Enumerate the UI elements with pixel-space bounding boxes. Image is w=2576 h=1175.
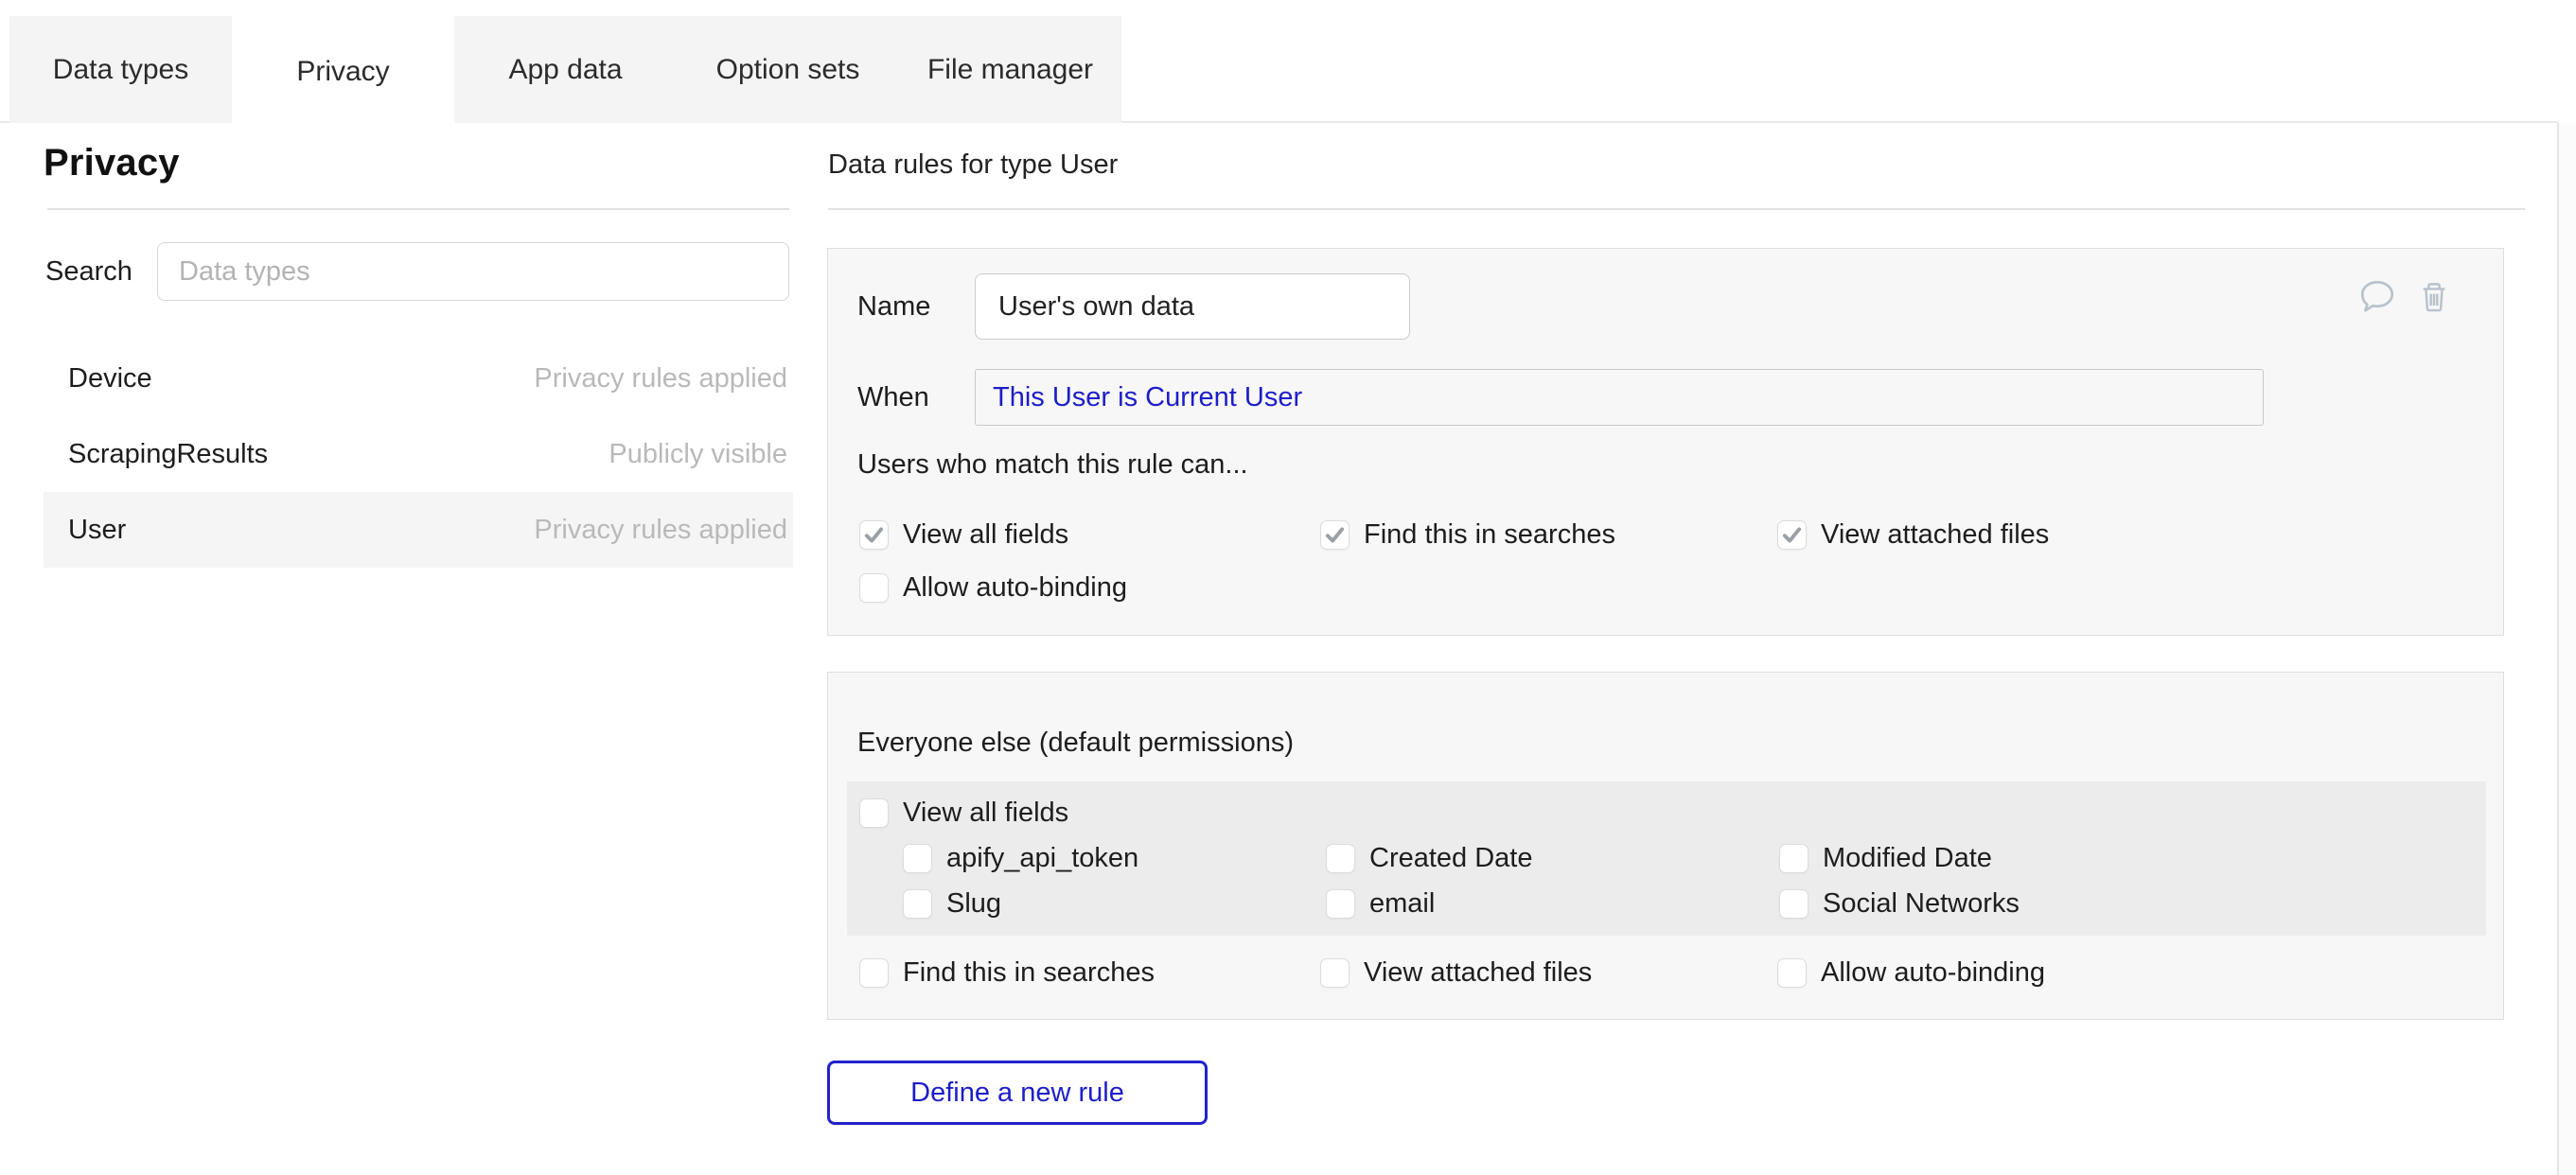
permission-find-in-searches[interactable]: Find this in searches bbox=[1320, 518, 1615, 551]
checkbox[interactable] bbox=[1326, 889, 1355, 919]
checkbox[interactable] bbox=[1777, 958, 1807, 988]
checkbox[interactable] bbox=[1326, 844, 1355, 873]
checkbox[interactable] bbox=[1779, 889, 1808, 919]
when-label: When bbox=[857, 369, 929, 426]
default-find-in-searches[interactable]: Find this in searches bbox=[859, 956, 1155, 989]
name-label: Name bbox=[857, 273, 930, 340]
match-rule-text: Users who match this rule can... bbox=[857, 449, 1248, 481]
permission-view-all-fields[interactable]: View all fields bbox=[859, 518, 1068, 551]
page-title: Privacy bbox=[44, 142, 793, 184]
checkbox-label: Allow auto-binding bbox=[903, 572, 1127, 604]
sidebar: Privacy Search Device Privacy rules appl… bbox=[44, 142, 793, 184]
everyone-else-card: Everyone else (default permissions) View… bbox=[827, 672, 2504, 1020]
default-view-all-fields[interactable]: View all fields bbox=[859, 797, 1068, 829]
tab-label: Privacy bbox=[296, 56, 389, 88]
permission-view-attached-files[interactable]: View attached files bbox=[1777, 518, 2049, 551]
default-allow-auto-binding[interactable]: Allow auto-binding bbox=[1777, 956, 2045, 989]
main-divider bbox=[828, 208, 2525, 210]
checkbox-label: Social Networks bbox=[1823, 888, 2020, 920]
checkbox[interactable] bbox=[1777, 520, 1807, 550]
fields-inset-panel: View all fields apify_api_token Created … bbox=[847, 781, 2486, 936]
data-type-name: User bbox=[68, 515, 126, 546]
define-new-rule-button[interactable]: Define a new rule bbox=[827, 1061, 1208, 1125]
rule-card-actions bbox=[2357, 277, 2454, 317]
checkbox[interactable] bbox=[859, 573, 889, 603]
checkbox[interactable] bbox=[903, 844, 932, 873]
tabbar: Data types Privacy App data Option sets … bbox=[9, 16, 1121, 123]
checkbox-label: View all fields bbox=[903, 519, 1068, 551]
checkbox-label: Find this in searches bbox=[903, 957, 1155, 989]
field-slug[interactable]: Slug bbox=[903, 887, 1001, 920]
tab-label: Option sets bbox=[716, 54, 860, 86]
data-type-list: Device Privacy rules applied ScrapingRes… bbox=[44, 341, 793, 568]
rule-name-input[interactable] bbox=[975, 273, 1410, 340]
define-new-rule-label: Define a new rule bbox=[910, 1078, 1124, 1109]
scrollbar-gutter[interactable] bbox=[2559, 123, 2576, 1175]
checkbox-label: apify_api_token bbox=[946, 843, 1138, 874]
checkbox[interactable] bbox=[903, 889, 932, 919]
field-email[interactable]: email bbox=[1326, 887, 1435, 920]
tab-option-sets[interactable]: Option sets bbox=[677, 16, 899, 123]
checkbox[interactable] bbox=[859, 958, 889, 988]
when-condition-value: This User is Current User bbox=[993, 382, 1302, 413]
checkbox-label: Allow auto-binding bbox=[1821, 957, 2045, 989]
checkbox-label: View attached files bbox=[1821, 519, 2049, 551]
tab-file-manager[interactable]: File manager bbox=[899, 16, 1121, 123]
sidebar-divider bbox=[47, 208, 789, 210]
checkbox-label: Find this in searches bbox=[1364, 519, 1615, 551]
search-row: Search bbox=[44, 242, 793, 301]
tab-label: Data types bbox=[53, 54, 188, 86]
checkbox[interactable] bbox=[1779, 844, 1808, 873]
data-type-name: ScrapingResults bbox=[68, 439, 268, 470]
tab-label: File manager bbox=[927, 54, 1093, 86]
checkbox-label: View all fields bbox=[903, 798, 1068, 829]
when-condition-box[interactable]: This User is Current User bbox=[975, 369, 2264, 426]
data-type-row-device[interactable]: Device Privacy rules applied bbox=[44, 341, 793, 416]
field-social-networks[interactable]: Social Networks bbox=[1779, 887, 2020, 920]
field-apify-api-token[interactable]: apify_api_token bbox=[903, 842, 1138, 874]
permission-allow-auto-binding[interactable]: Allow auto-binding bbox=[859, 571, 1127, 604]
tab-privacy[interactable]: Privacy bbox=[232, 16, 454, 127]
comment-icon[interactable] bbox=[2357, 277, 2397, 317]
checkbox-label: Modified Date bbox=[1823, 843, 1992, 874]
data-type-name: Device bbox=[68, 363, 152, 395]
checkbox[interactable] bbox=[859, 520, 889, 550]
checkbox-label: Created Date bbox=[1369, 843, 1533, 874]
privacy-settings-screen: Data types Privacy App data Option sets … bbox=[0, 0, 2576, 1175]
trash-icon[interactable] bbox=[2414, 277, 2454, 317]
checkbox[interactable] bbox=[859, 798, 889, 828]
tab-data-types[interactable]: Data types bbox=[9, 16, 232, 123]
data-type-status: Publicly visible bbox=[609, 439, 787, 470]
search-input[interactable] bbox=[157, 242, 789, 301]
search-label: Search bbox=[45, 242, 132, 301]
main-heading: Data rules for type User bbox=[828, 149, 1118, 181]
data-type-row-user[interactable]: User Privacy rules applied bbox=[44, 492, 793, 568]
default-view-attached-files[interactable]: View attached files bbox=[1320, 956, 1592, 989]
tab-app-data[interactable]: App data bbox=[454, 16, 677, 123]
checkbox-label: View attached files bbox=[1364, 957, 1592, 989]
field-created-date[interactable]: Created Date bbox=[1326, 842, 1533, 874]
field-modified-date[interactable]: Modified Date bbox=[1779, 842, 1992, 874]
everyone-else-title: Everyone else (default permissions) bbox=[857, 728, 1294, 759]
data-type-row-scrapingresults[interactable]: ScrapingResults Publicly visible bbox=[44, 416, 793, 492]
checkbox[interactable] bbox=[1320, 520, 1350, 550]
checkbox-label: email bbox=[1369, 888, 1435, 920]
tab-label: App data bbox=[508, 54, 622, 86]
rule-card: Name When This User is Current User User… bbox=[827, 248, 2504, 636]
data-type-status: Privacy rules applied bbox=[534, 363, 787, 395]
checkbox[interactable] bbox=[1320, 958, 1350, 988]
checkbox-label: Slug bbox=[946, 888, 1001, 920]
data-type-status: Privacy rules applied bbox=[534, 515, 787, 546]
